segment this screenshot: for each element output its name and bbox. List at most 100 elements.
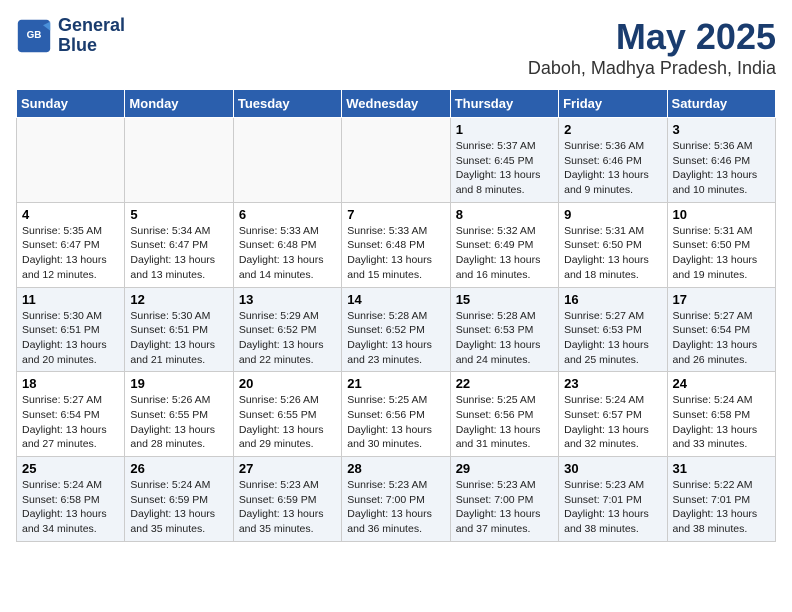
day-number: 8 [456, 207, 553, 222]
day-number: 15 [456, 292, 553, 307]
day-number: 30 [564, 461, 661, 476]
calendar-cell: 19Sunrise: 5:26 AM Sunset: 6:55 PM Dayli… [125, 372, 233, 457]
calendar-header-row: SundayMondayTuesdayWednesdayThursdayFrid… [17, 90, 776, 118]
day-info: Sunrise: 5:33 AM Sunset: 6:48 PM Dayligh… [347, 224, 444, 283]
day-number: 22 [456, 376, 553, 391]
day-number: 17 [673, 292, 770, 307]
day-number: 24 [673, 376, 770, 391]
calendar-cell: 29 Sunrise: 5:23 AM Sunset: 7:00 PM Dayli… [450, 457, 558, 542]
day-number: 21 [347, 376, 444, 391]
calendar-cell: 31Sunrise: 5:22 AM Sunset: 7:01 PM Dayli… [667, 457, 775, 542]
calendar-cell: 2 Sunrise: 5:36 AM Sunset: 6:46 PM Daylig… [559, 118, 667, 203]
day-number: 2 [564, 122, 661, 137]
day-number: 4 [22, 207, 119, 222]
day-info: Sunrise: 5:36 AM Sunset: 6:46 PM Dayligh… [564, 139, 661, 198]
day-number: 27 [239, 461, 336, 476]
calendar-cell: 1Sunrise: 5:37 AM Sunset: 6:45 PM Daylig… [450, 118, 558, 203]
day-number: 6 [239, 207, 336, 222]
calendar-cell: 15 Sunrise: 5:28 AM Sunset: 6:53 PM Dayli… [450, 287, 558, 372]
day-number: 7 [347, 207, 444, 222]
day-number: 11 [22, 292, 119, 307]
day-info: Sunrise: 5:27 AM Sunset: 6:54 PM Dayligh… [22, 393, 119, 452]
column-header-wednesday: Wednesday [342, 90, 450, 118]
calendar-cell: 25Sunrise: 5:24 AM Sunset: 6:58 PM Dayli… [17, 457, 125, 542]
day-info: Sunrise: 5:23 AM Sunset: 7:00 PM Dayligh… [456, 478, 553, 537]
calendar-cell [125, 118, 233, 203]
day-info: Sunrise: 5:24 AM Sunset: 6:58 PM Dayligh… [22, 478, 119, 537]
calendar-cell [17, 118, 125, 203]
column-header-monday: Monday [125, 90, 233, 118]
subtitle: Daboh, Madhya Pradesh, India [528, 58, 776, 79]
main-title: May 2025 [528, 16, 776, 58]
day-number: 20 [239, 376, 336, 391]
day-info: Sunrise: 5:23 AM Sunset: 6:59 PM Dayligh… [239, 478, 336, 537]
day-info: Sunrise: 5:26 AM Sunset: 6:55 PM Dayligh… [239, 393, 336, 452]
week-row-4: 18 Sunrise: 5:27 AM Sunset: 6:54 PM Dayli… [17, 372, 776, 457]
logo-icon: GB [16, 18, 52, 54]
calendar-cell: 13 Sunrise: 5:29 AM Sunset: 6:52 PM Dayli… [233, 287, 341, 372]
column-header-friday: Friday [559, 90, 667, 118]
page-header: GB General Blue May 2025 Daboh, Madhya P… [16, 16, 776, 79]
day-info: Sunrise: 5:33 AM Sunset: 6:48 PM Dayligh… [239, 224, 336, 283]
day-info: Sunrise: 5:24 AM Sunset: 6:59 PM Dayligh… [130, 478, 227, 537]
column-header-saturday: Saturday [667, 90, 775, 118]
day-number: 23 [564, 376, 661, 391]
day-info: Sunrise: 5:29 AM Sunset: 6:52 PM Dayligh… [239, 309, 336, 368]
day-info: Sunrise: 5:34 AM Sunset: 6:47 PM Dayligh… [130, 224, 227, 283]
calendar-cell: 8 Sunrise: 5:32 AM Sunset: 6:49 PM Daylig… [450, 202, 558, 287]
day-number: 5 [130, 207, 227, 222]
day-info: Sunrise: 5:30 AM Sunset: 6:51 PM Dayligh… [130, 309, 227, 368]
day-number: 26 [130, 461, 227, 476]
day-number: 10 [673, 207, 770, 222]
day-info: Sunrise: 5:24 AM Sunset: 6:58 PM Dayligh… [673, 393, 770, 452]
calendar-cell: 27 Sunrise: 5:23 AM Sunset: 6:59 PM Dayli… [233, 457, 341, 542]
calendar-body: 1Sunrise: 5:37 AM Sunset: 6:45 PM Daylig… [17, 118, 776, 542]
logo: GB General Blue [16, 16, 125, 56]
day-number: 18 [22, 376, 119, 391]
calendar-cell: 12Sunrise: 5:30 AM Sunset: 6:51 PM Dayli… [125, 287, 233, 372]
calendar-cell: 11 Sunrise: 5:30 AM Sunset: 6:51 PM Dayli… [17, 287, 125, 372]
day-info: Sunrise: 5:36 AM Sunset: 6:46 PM Dayligh… [673, 139, 770, 198]
logo-text: General Blue [58, 16, 125, 56]
calendar-cell: 16Sunrise: 5:27 AM Sunset: 6:53 PM Dayli… [559, 287, 667, 372]
calendar-cell: 30 Sunrise: 5:23 AM Sunset: 7:01 PM Dayli… [559, 457, 667, 542]
day-info: Sunrise: 5:27 AM Sunset: 6:54 PM Dayligh… [673, 309, 770, 368]
calendar-cell [342, 118, 450, 203]
day-number: 9 [564, 207, 661, 222]
calendar-cell: 18 Sunrise: 5:27 AM Sunset: 6:54 PM Dayli… [17, 372, 125, 457]
calendar-table: SundayMondayTuesdayWednesdayThursdayFrid… [16, 89, 776, 542]
svg-text:GB: GB [27, 30, 42, 41]
calendar-cell: 21 Sunrise: 5:25 AM Sunset: 6:56 PM Dayli… [342, 372, 450, 457]
day-number: 28 [347, 461, 444, 476]
logo-line1: General [58, 16, 125, 36]
calendar-cell: 5 Sunrise: 5:34 AM Sunset: 6:47 PM Daylig… [125, 202, 233, 287]
day-info: Sunrise: 5:25 AM Sunset: 6:56 PM Dayligh… [456, 393, 553, 452]
calendar-cell: 3Sunrise: 5:36 AM Sunset: 6:46 PM Daylig… [667, 118, 775, 203]
column-header-sunday: Sunday [17, 90, 125, 118]
calendar-cell: 20 Sunrise: 5:26 AM Sunset: 6:55 PM Dayli… [233, 372, 341, 457]
day-number: 31 [673, 461, 770, 476]
column-header-thursday: Thursday [450, 90, 558, 118]
day-info: Sunrise: 5:35 AM Sunset: 6:47 PM Dayligh… [22, 224, 119, 283]
week-row-3: 11 Sunrise: 5:30 AM Sunset: 6:51 PM Dayli… [17, 287, 776, 372]
day-info: Sunrise: 5:23 AM Sunset: 7:01 PM Dayligh… [564, 478, 661, 537]
day-info: Sunrise: 5:30 AM Sunset: 6:51 PM Dayligh… [22, 309, 119, 368]
day-info: Sunrise: 5:32 AM Sunset: 6:49 PM Dayligh… [456, 224, 553, 283]
day-info: Sunrise: 5:23 AM Sunset: 7:00 PM Dayligh… [347, 478, 444, 537]
calendar-cell: 7 Sunrise: 5:33 AM Sunset: 6:48 PM Daylig… [342, 202, 450, 287]
day-info: Sunrise: 5:31 AM Sunset: 6:50 PM Dayligh… [564, 224, 661, 283]
calendar-cell [233, 118, 341, 203]
day-number: 14 [347, 292, 444, 307]
calendar-cell: 9 Sunrise: 5:31 AM Sunset: 6:50 PM Daylig… [559, 202, 667, 287]
logo-line2: Blue [58, 36, 125, 56]
day-info: Sunrise: 5:28 AM Sunset: 6:53 PM Dayligh… [456, 309, 553, 368]
calendar-cell: 28 Sunrise: 5:23 AM Sunset: 7:00 PM Dayli… [342, 457, 450, 542]
calendar-cell: 23Sunrise: 5:24 AM Sunset: 6:57 PM Dayli… [559, 372, 667, 457]
calendar-cell: 17 Sunrise: 5:27 AM Sunset: 6:54 PM Dayli… [667, 287, 775, 372]
week-row-2: 4 Sunrise: 5:35 AM Sunset: 6:47 PM Daylig… [17, 202, 776, 287]
day-number: 29 [456, 461, 553, 476]
day-info: Sunrise: 5:25 AM Sunset: 6:56 PM Dayligh… [347, 393, 444, 452]
calendar-cell: 22 Sunrise: 5:25 AM Sunset: 6:56 PM Dayli… [450, 372, 558, 457]
day-number: 13 [239, 292, 336, 307]
day-info: Sunrise: 5:26 AM Sunset: 6:55 PM Dayligh… [130, 393, 227, 452]
